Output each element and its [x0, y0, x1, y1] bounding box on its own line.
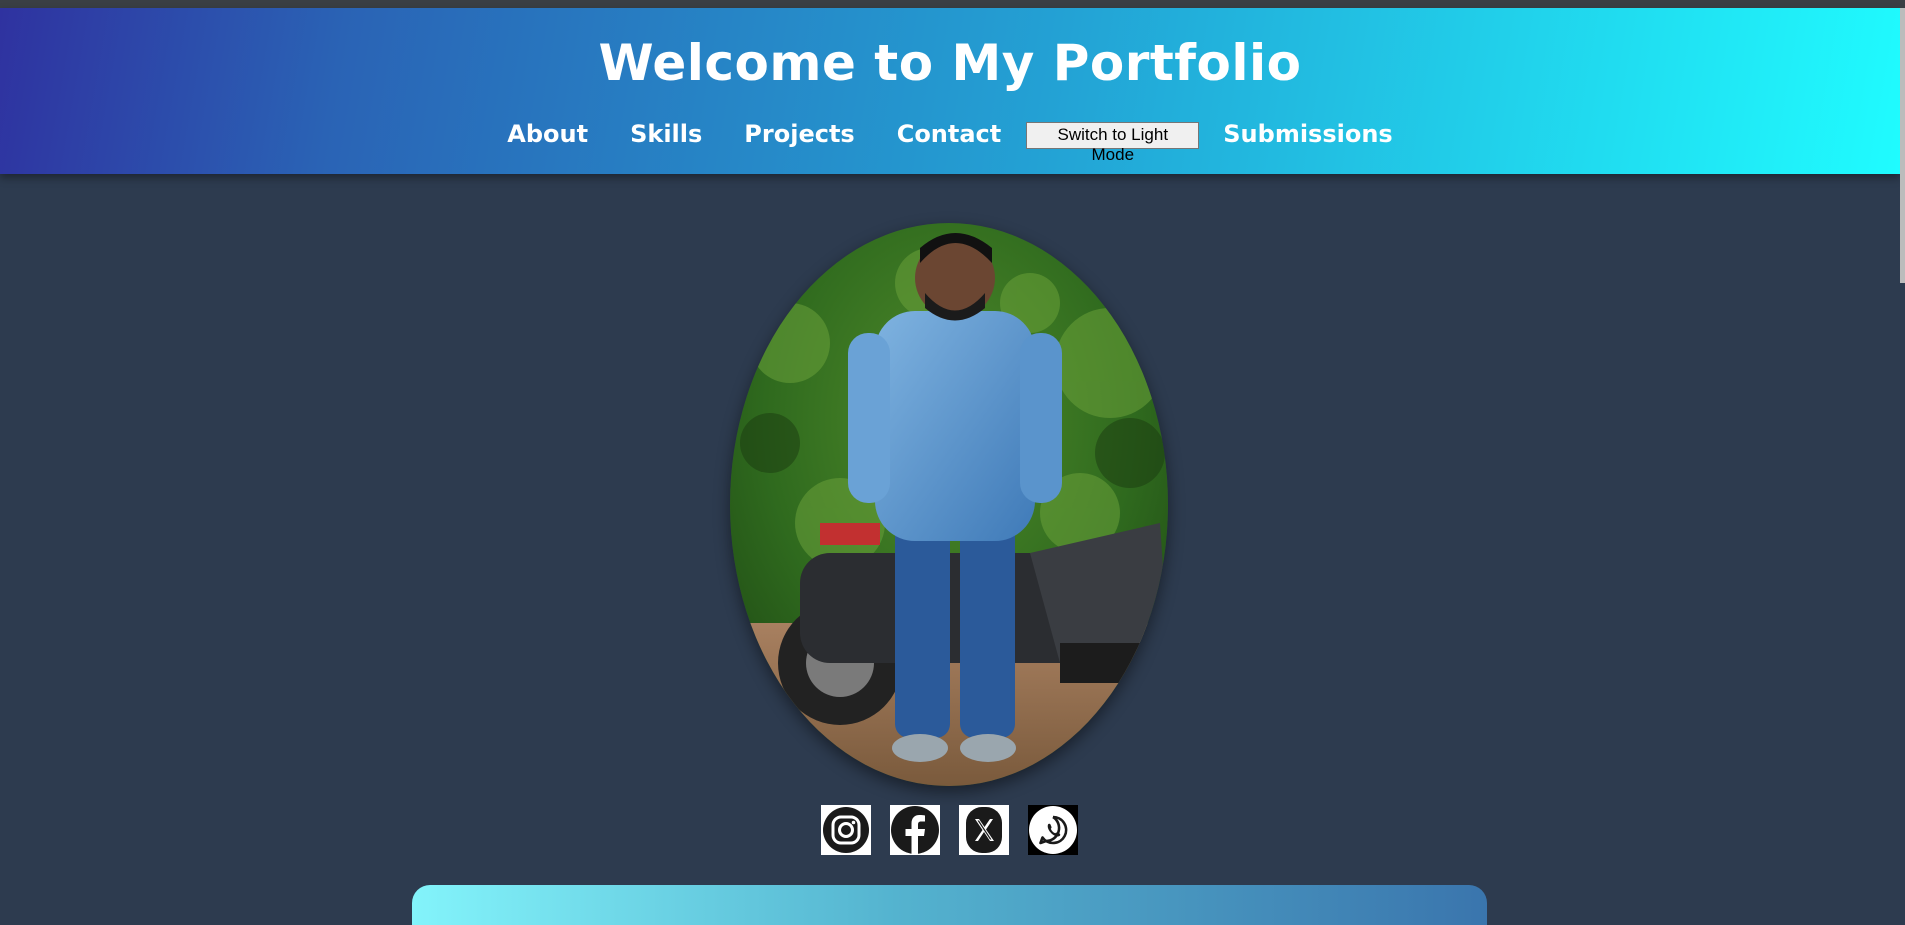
main-nav: About Skills Projects Contact Switch to …	[0, 118, 1900, 165]
facebook-icon	[891, 806, 939, 854]
content-card	[412, 885, 1487, 925]
instagram-icon	[823, 807, 869, 853]
profile-photo	[730, 223, 1168, 786]
facebook-link[interactable]	[890, 805, 940, 855]
profile-photo-image	[730, 223, 1168, 786]
page-title: Welcome to My Portfolio	[598, 34, 1302, 92]
theme-toggle-button[interactable]: Switch to Light Mode	[1026, 122, 1200, 164]
instagram-link[interactable]	[821, 805, 871, 855]
whatsapp-icon	[1029, 806, 1077, 854]
whatsapp-link[interactable]	[1028, 805, 1078, 855]
browser-top-strip	[0, 0, 1905, 8]
nav-link-skills[interactable]: Skills	[630, 120, 702, 148]
nav-link-submissions[interactable]: Submissions	[1223, 120, 1392, 148]
scrollbar-thumb[interactable]	[1900, 8, 1905, 283]
x-icon	[966, 807, 1002, 853]
x-link[interactable]	[959, 805, 1009, 855]
nav-link-about[interactable]: About	[507, 120, 588, 148]
nav-link-contact[interactable]: Contact	[897, 120, 1002, 148]
nav-link-projects[interactable]: Projects	[744, 120, 854, 148]
social-links	[821, 805, 1097, 855]
site-header: Welcome to My Portfolio About Skills Pro…	[0, 8, 1900, 174]
